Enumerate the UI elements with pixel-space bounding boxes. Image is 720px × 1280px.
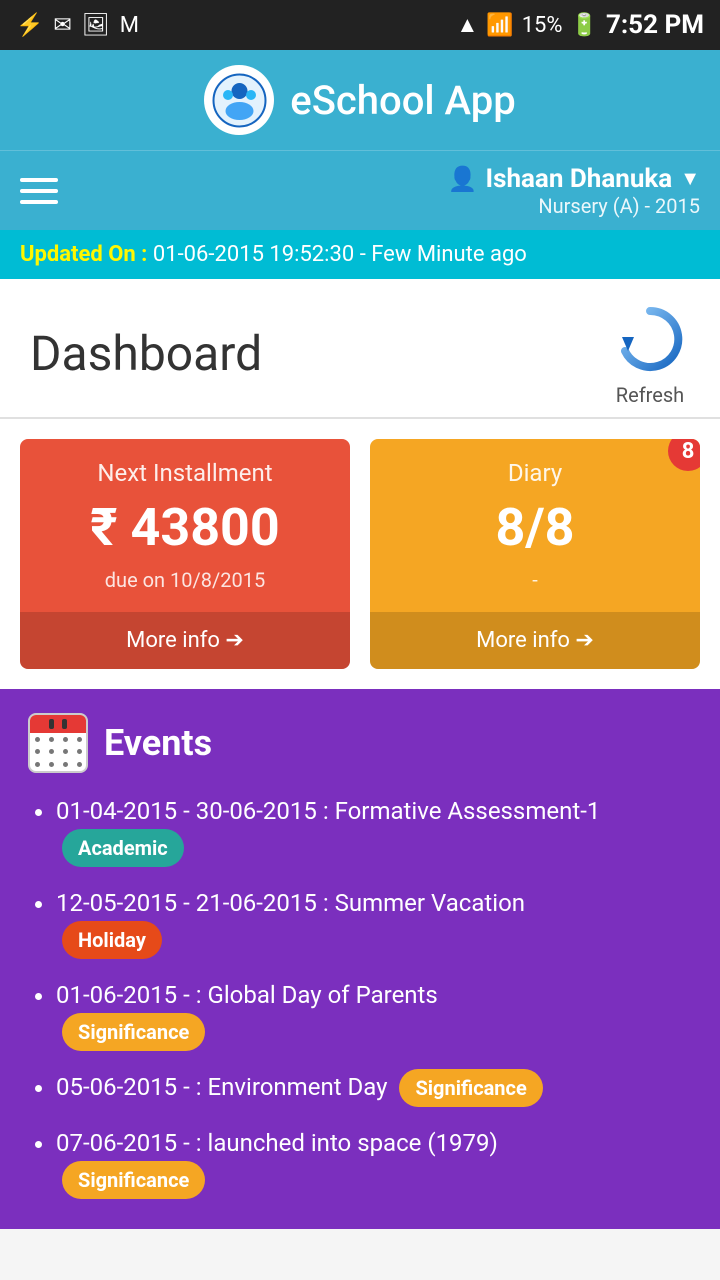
status-right-icons: ▲ 📶 15% 🔋 7:52 PM bbox=[457, 10, 705, 40]
installment-card-body: Next Installment ₹ 43800 due on 10/8/201… bbox=[20, 439, 350, 612]
user-name-row[interactable]: 👤 Ishaan Dhanuka ▼ bbox=[448, 164, 700, 194]
status-left-icons: ⚡ ✉ 🖼 M bbox=[16, 13, 139, 38]
status-bar: ⚡ ✉ 🖼 M ▲ 📶 15% 🔋 7:52 PM bbox=[0, 0, 720, 50]
app-title: eSchool App bbox=[290, 77, 515, 124]
event-text-4: 05-06-2015 - : Environment Day bbox=[56, 1073, 388, 1101]
diary-card-body: Diary 8/8 - bbox=[370, 439, 700, 612]
user-info: 👤 Ishaan Dhanuka ▼ Nursery (A) - 2015 bbox=[448, 164, 700, 218]
diary-more-info[interactable]: More info ➔ bbox=[370, 612, 700, 669]
cards-row: Next Installment ₹ 43800 due on 10/8/201… bbox=[0, 419, 720, 689]
refresh-label: Refresh bbox=[616, 383, 684, 407]
status-time: 7:52 PM bbox=[606, 10, 704, 40]
diary-sub: - bbox=[532, 568, 538, 592]
usb-icon: ⚡ bbox=[16, 13, 43, 38]
installment-amount: ₹ 43800 bbox=[90, 497, 279, 558]
diary-label: Diary bbox=[508, 459, 562, 487]
list-item: 01-06-2015 - : Global Day of Parents Sig… bbox=[56, 977, 692, 1051]
app-logo bbox=[204, 65, 274, 135]
battery-percent: 15% bbox=[522, 13, 563, 38]
dashboard-header: Dashboard Refresh bbox=[0, 279, 720, 419]
installment-label: Next Installment bbox=[97, 459, 272, 487]
installment-due: due on 10/8/2015 bbox=[105, 568, 265, 592]
events-header: Events bbox=[28, 713, 692, 773]
update-prefix: Updated On : bbox=[20, 242, 153, 267]
image-icon: 🖼 bbox=[82, 13, 110, 38]
event-list: 01-04-2015 - 30-06-2015 : Formative Asse… bbox=[28, 793, 692, 1199]
user-bar: 👤 Ishaan Dhanuka ▼ Nursery (A) - 2015 bbox=[0, 150, 720, 230]
events-title: Events bbox=[104, 722, 212, 764]
diary-value: 8/8 bbox=[496, 497, 575, 558]
user-class: Nursery (A) - 2015 bbox=[448, 194, 700, 218]
event-text-3: 01-06-2015 - : Global Day of Parents bbox=[56, 981, 438, 1009]
installment-card: Next Installment ₹ 43800 due on 10/8/201… bbox=[20, 439, 350, 669]
dropdown-arrow-icon: ▼ bbox=[680, 166, 700, 191]
list-item: 12-05-2015 - 21-06-2015 : Summer Vacatio… bbox=[56, 885, 692, 959]
dashboard-title: Dashboard bbox=[30, 325, 262, 382]
email-icon: ✉ bbox=[53, 13, 71, 38]
event-text-1: 01-04-2015 - 30-06-2015 : Formative Asse… bbox=[56, 797, 600, 825]
event-tag-5: Significance bbox=[62, 1161, 205, 1199]
gmail-icon: M bbox=[120, 13, 139, 38]
event-tag-3: Significance bbox=[62, 1013, 205, 1051]
battery-icon: 🔋 bbox=[571, 13, 598, 38]
refresh-icon bbox=[610, 299, 690, 379]
list-item: 07-06-2015 - : launched into space (1979… bbox=[56, 1125, 692, 1199]
diary-card: 8 Diary 8/8 - More info ➔ bbox=[370, 439, 700, 669]
menu-button[interactable] bbox=[20, 178, 58, 204]
refresh-button[interactable]: Refresh bbox=[610, 299, 690, 407]
app-header: eSchool App bbox=[0, 50, 720, 150]
event-tag-4: Significance bbox=[399, 1069, 542, 1107]
installment-more-info[interactable]: More info ➔ bbox=[20, 612, 350, 669]
signal-icon: 📶 bbox=[486, 13, 513, 38]
event-text-5: 07-06-2015 - : launched into space (1979… bbox=[56, 1129, 498, 1157]
events-section: Events 01-04-2015 - 30-06-2015 : Formati… bbox=[0, 689, 720, 1229]
logo-svg bbox=[212, 73, 267, 128]
update-banner: Updated On : 01-06-2015 19:52:30 - Few M… bbox=[0, 230, 720, 279]
event-text-2: 12-05-2015 - 21-06-2015 : Summer Vacatio… bbox=[56, 889, 525, 917]
wifi-icon: ▲ bbox=[457, 12, 479, 38]
calendar-icon bbox=[28, 713, 88, 773]
user-icon: 👤 bbox=[448, 165, 478, 193]
event-tag-2: Holiday bbox=[62, 921, 162, 959]
update-value: 01-06-2015 19:52:30 - Few Minute ago bbox=[153, 242, 527, 267]
user-name: Ishaan Dhanuka bbox=[486, 164, 673, 194]
list-item: 01-04-2015 - 30-06-2015 : Formative Asse… bbox=[56, 793, 692, 867]
event-tag-1: Academic bbox=[62, 829, 184, 867]
list-item: 05-06-2015 - : Environment Day Significa… bbox=[56, 1069, 692, 1107]
